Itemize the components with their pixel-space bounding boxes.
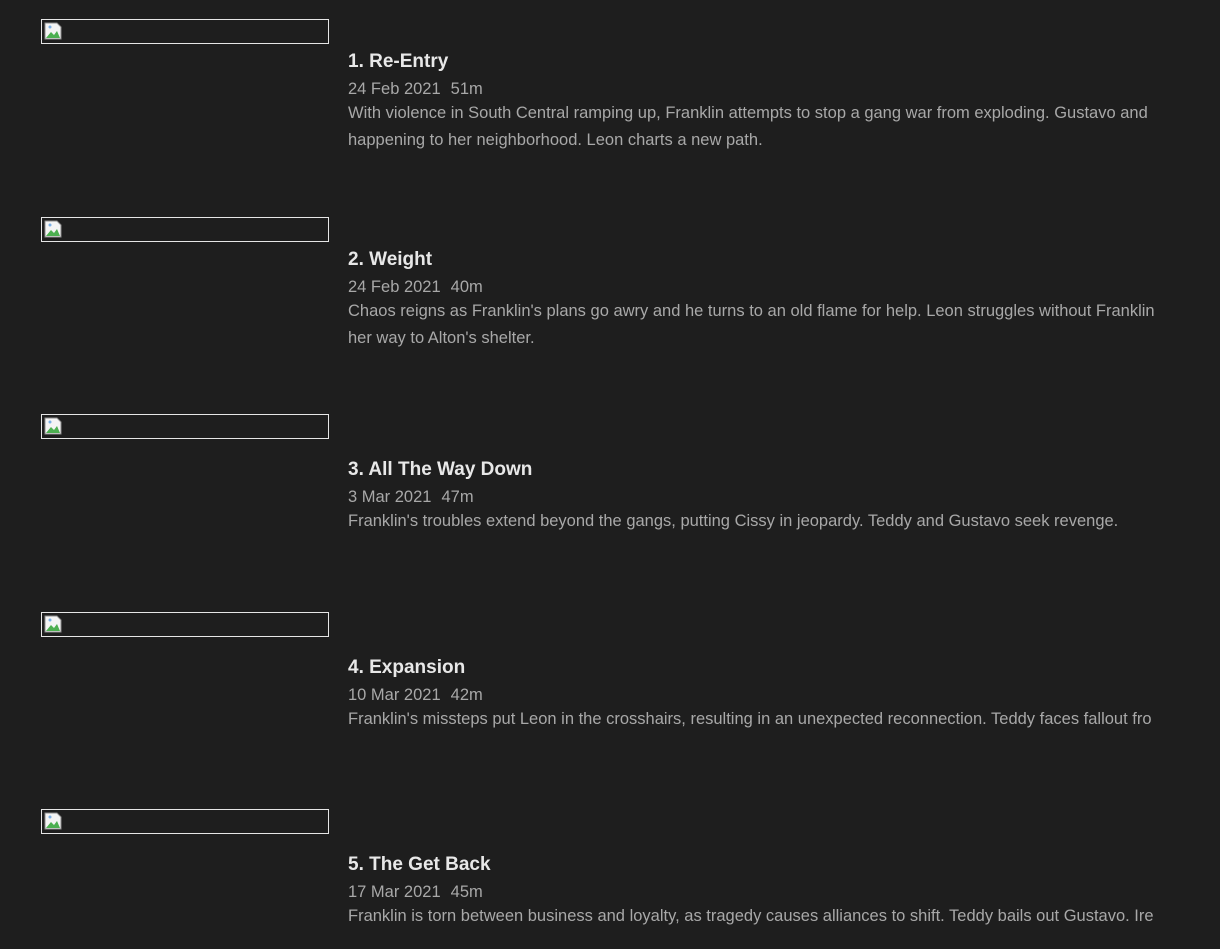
- episode-thumbnail[interactable]: [41, 19, 329, 44]
- episode-title[interactable]: 1. Re-Entry: [348, 50, 1220, 74]
- episode-description: Franklin's missteps put Leon in the cros…: [348, 706, 1220, 733]
- broken-image-icon: [44, 220, 62, 238]
- description-line: happening to her neighborhood. Leon char…: [348, 131, 763, 149]
- broken-image-icon: [44, 22, 62, 40]
- episode-thumbnail[interactable]: [41, 414, 329, 439]
- episode-meta: 3 Mar 2021 47m: [348, 486, 1220, 508]
- episode-runtime: 51m: [450, 80, 483, 98]
- episode-date: 17 Mar 2021: [348, 883, 441, 901]
- episode-description: Franklin's troubles extend beyond the ga…: [348, 508, 1220, 535]
- episode-meta: 24 Feb 2021 40m: [348, 276, 1220, 298]
- episode-meta: 24 Feb 2021 51m: [348, 78, 1220, 100]
- episode-date: 24 Feb 2021: [348, 80, 441, 98]
- broken-image-icon: [44, 812, 62, 830]
- episode-meta: 17 Mar 2021 45m: [348, 881, 1220, 903]
- episode-runtime: 45m: [450, 883, 483, 901]
- episode-title[interactable]: 5. The Get Back: [348, 853, 1220, 877]
- episode-runtime: 42m: [450, 686, 483, 704]
- episode-info: 3. All The Way Down 3 Mar 2021 47m Frankl…: [348, 458, 1220, 535]
- description-line: Franklin is torn between business and lo…: [348, 907, 1154, 925]
- episode-description: With violence in South Central ramping u…: [348, 100, 1220, 154]
- description-line: Franklin's troubles extend beyond the ga…: [348, 512, 1119, 530]
- episode-meta: 10 Mar 2021 42m: [348, 684, 1220, 706]
- description-line: her way to Alton's shelter.: [348, 329, 535, 347]
- episode-date: 10 Mar 2021: [348, 686, 441, 704]
- episode-description: Franklin is torn between business and lo…: [348, 903, 1220, 930]
- description-line: With violence in South Central ramping u…: [348, 104, 1148, 122]
- episode-title[interactable]: 2. Weight: [348, 248, 1220, 272]
- episode-thumbnail[interactable]: [41, 217, 329, 242]
- episode-title[interactable]: 3. All The Way Down: [348, 458, 1220, 482]
- broken-image-icon: [44, 417, 62, 435]
- description-line: Chaos reigns as Franklin's plans go awry…: [348, 302, 1155, 320]
- episode-date: 24 Feb 2021: [348, 278, 441, 296]
- episode-thumbnail[interactable]: [41, 612, 329, 637]
- episode-info: 1. Re-Entry 24 Feb 2021 51m With violence…: [348, 50, 1220, 154]
- episode-list: 1. Re-Entry 24 Feb 2021 51m With violence…: [0, 0, 1220, 949]
- episode-info: 4. Expansion 10 Mar 2021 42m Franklin's m…: [348, 656, 1220, 733]
- episode-thumbnail[interactable]: [41, 809, 329, 834]
- episode-runtime: 40m: [450, 278, 483, 296]
- episode-date: 3 Mar 2021: [348, 488, 432, 506]
- episode-runtime: 47m: [441, 488, 474, 506]
- episode-description: Chaos reigns as Franklin's plans go awry…: [348, 298, 1220, 352]
- episode-title[interactable]: 4. Expansion: [348, 656, 1220, 680]
- description-line: Franklin's missteps put Leon in the cros…: [348, 710, 1152, 728]
- episode-info: 5. The Get Back 17 Mar 2021 45m Franklin …: [348, 853, 1220, 930]
- episode-info: 2. Weight 24 Feb 2021 40m Chaos reigns as…: [348, 248, 1220, 352]
- broken-image-icon: [44, 615, 62, 633]
